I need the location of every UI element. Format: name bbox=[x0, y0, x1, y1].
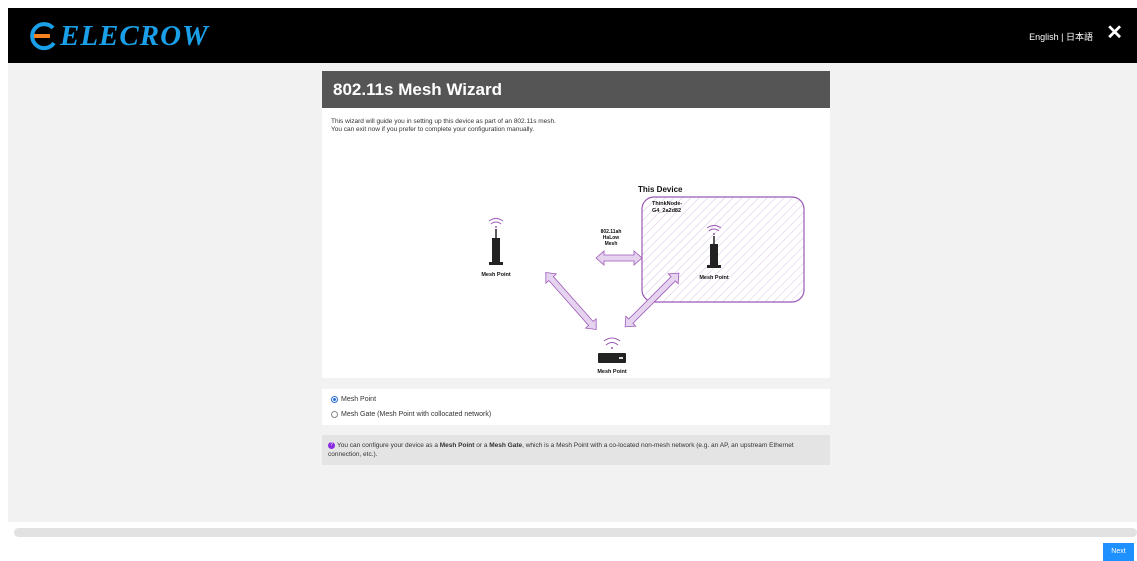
router-left-icon bbox=[488, 218, 504, 265]
router-bottom-icon bbox=[598, 337, 626, 363]
wizard-title: 802.11s Mesh Wizard bbox=[322, 71, 830, 108]
mesh-diagram: This Device ThinkNode- G4_2a2d82 Mesh Po… bbox=[481, 185, 805, 375]
elecrow-logo-icon bbox=[30, 22, 56, 51]
wizard-panel: This wizard will guide you in setting up… bbox=[322, 108, 830, 378]
info-text-1: You can configure your device as a bbox=[337, 442, 440, 449]
arrow-left-right-icon bbox=[595, 250, 643, 266]
option-mesh-point[interactable]: Mesh Point bbox=[331, 396, 376, 403]
mesh-point-radio[interactable] bbox=[331, 396, 338, 403]
lang-japanese-link[interactable]: 日本語 bbox=[1066, 32, 1093, 42]
progress-bar bbox=[14, 528, 1137, 537]
info-bold-mesh-point: Mesh Point bbox=[439, 442, 475, 449]
this-device-label: This Device bbox=[638, 185, 683, 194]
mesh-point-left-label: Mesh Point bbox=[481, 272, 511, 278]
info-box: ? You can configure your device as a Mesh… bbox=[322, 435, 830, 465]
device-name-line-2: G4_2a2d82 bbox=[652, 208, 681, 214]
close-icon[interactable]: ✕ bbox=[1106, 23, 1123, 43]
top-header: ELECROW English | 日本語 ✕ bbox=[8, 8, 1137, 63]
language-switcher: English | 日本語 bbox=[1029, 30, 1093, 43]
mode-options: Mesh Point Mesh Gate (Mesh Point with co… bbox=[322, 389, 830, 425]
mesh-gate-radio[interactable] bbox=[331, 411, 338, 418]
info-bold-mesh-gate: Mesh Gate bbox=[489, 442, 523, 449]
mesh-point-right-label: Mesh Point bbox=[699, 275, 729, 281]
option-mesh-gate[interactable]: Mesh Gate (Mesh Point with collocated ne… bbox=[331, 411, 491, 418]
question-icon: ? bbox=[328, 441, 335, 449]
wizard-area: 802.11s Mesh Wizard This wizard will gui… bbox=[8, 63, 1137, 522]
mesh-point-option-label: Mesh Point bbox=[341, 396, 377, 403]
elecrow-logo: ELECROW bbox=[28, 20, 209, 52]
mesh-gate-option-label: Mesh Gate (Mesh Point with collocated ne… bbox=[341, 411, 492, 418]
lang-english-link[interactable]: English bbox=[1029, 32, 1059, 42]
next-button[interactable]: Next bbox=[1103, 543, 1134, 561]
info-text-2: or a bbox=[474, 442, 490, 449]
arrow-diagonal-left-icon bbox=[545, 272, 597, 330]
link-label-line-3: Mesh bbox=[605, 241, 618, 247]
mesh-point-bottom-label: Mesh Point bbox=[597, 369, 627, 375]
lang-separator: | bbox=[1061, 32, 1064, 42]
device-name-line-1: ThinkNode- bbox=[652, 201, 682, 207]
logo-text: ELECROW bbox=[60, 19, 209, 52]
